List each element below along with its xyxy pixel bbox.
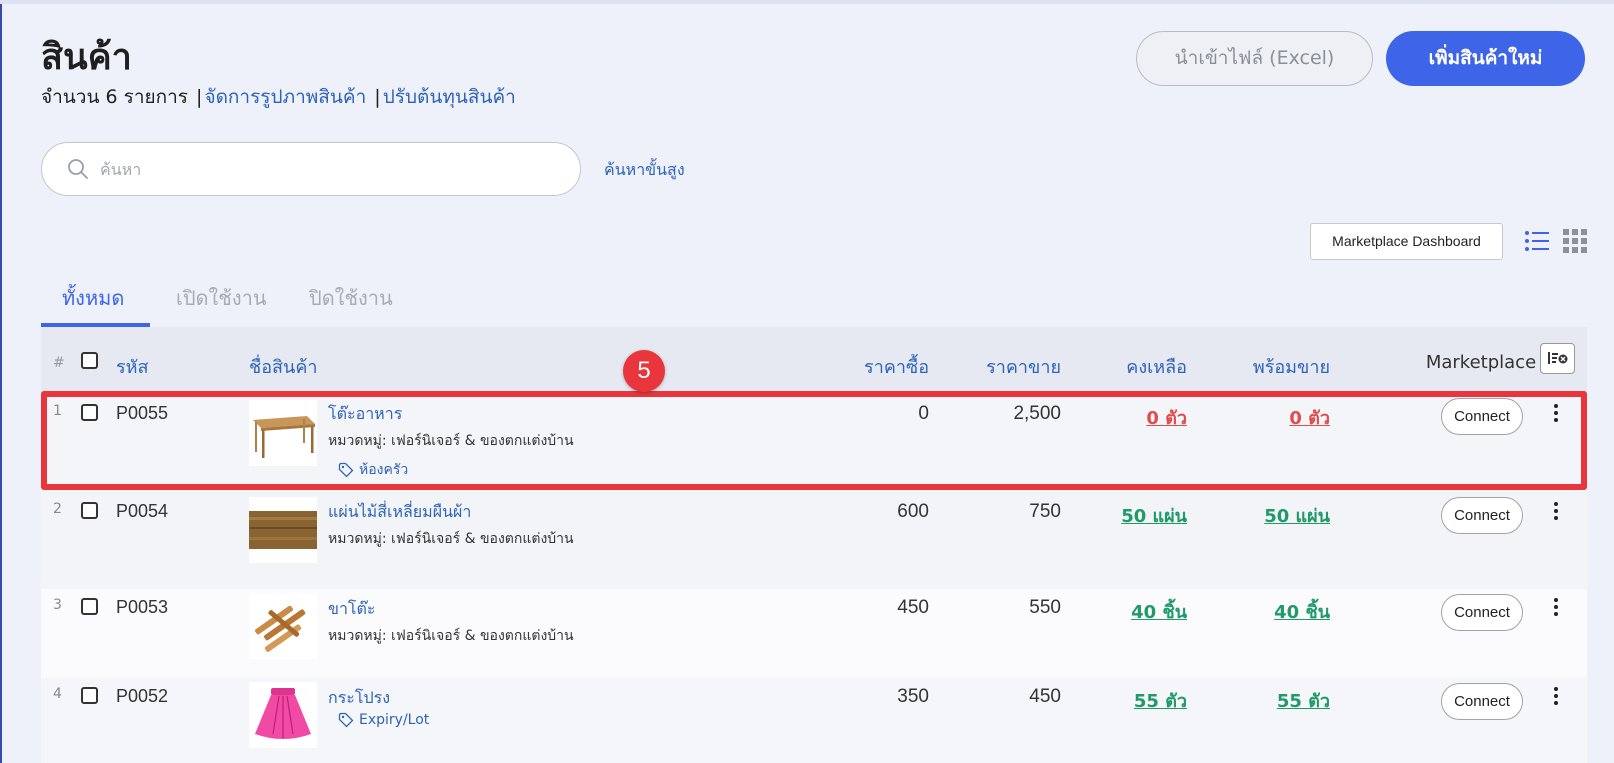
stock-ready[interactable]: 40 ชิ้น (1201, 597, 1330, 626)
product-count: จำนวน 6 รายการ (41, 86, 188, 108)
search-icon (68, 159, 88, 179)
product-category: หมวดหมู่: เฟอร์นิเจอร์ & ของตกแต่งบ้าน (328, 628, 574, 644)
column-remaining[interactable]: คงเหลือ (1081, 352, 1187, 381)
stock-remaining[interactable]: 40 ชิ้น (1061, 597, 1187, 626)
sell-price: 450 (1029, 686, 1061, 707)
tag-icon (338, 712, 354, 728)
more-options-icon[interactable] (1552, 686, 1560, 706)
advanced-search-link[interactable]: ค้นหาขั้นสูง (604, 158, 685, 183)
column-code[interactable]: รหัส (116, 352, 149, 381)
window-left-edge (0, 0, 2, 763)
separator: | (196, 86, 203, 108)
highlight-box (41, 391, 1587, 490)
product-name-link[interactable]: แผ่นไม้สี่เหลี่ยมผืนผ้า (328, 500, 471, 525)
tab-active[interactable]: เปิดใช้งาน (176, 282, 267, 314)
product-code: P0052 (116, 686, 169, 706)
column-ready[interactable]: พร้อมขาย (1201, 352, 1330, 381)
stock-ready[interactable]: 50 แผ่น (1201, 501, 1330, 530)
column-hash: # (53, 355, 65, 371)
row-checkbox[interactable] (81, 687, 98, 704)
row-checkbox[interactable] (81, 502, 98, 519)
separator: | (374, 86, 381, 108)
connect-button[interactable]: Connect (1441, 594, 1523, 631)
tab-inactive[interactable]: ปิดใช้งาน (309, 282, 393, 314)
grid-view-icon[interactable] (1563, 229, 1587, 253)
product-name-link[interactable]: กระโปรง (328, 686, 390, 711)
step-badge: 5 (623, 350, 665, 392)
buy-price: 450 (897, 597, 929, 618)
buy-price: 600 (897, 501, 929, 522)
sell-price: 750 (1029, 501, 1061, 522)
window-top-edge (0, 0, 1614, 4)
row-checkbox[interactable] (81, 598, 98, 615)
row-index: 4 (53, 686, 62, 702)
row-index: 3 (53, 597, 62, 613)
connect-button[interactable]: Connect (1441, 497, 1523, 534)
product-tag[interactable]: Expiry/Lot (338, 712, 429, 728)
connect-button[interactable]: Connect (1441, 683, 1523, 720)
product-code: P0053 (116, 597, 169, 617)
tab-all[interactable]: ทั้งหมด (62, 282, 124, 314)
buy-price: 350 (897, 686, 929, 707)
marketplace-dashboard-button[interactable]: Marketplace Dashboard (1310, 223, 1503, 260)
column-marketplace: Marketplace (1425, 352, 1537, 373)
stock-remaining[interactable]: 55 ตัว (1061, 686, 1187, 715)
stock-ready[interactable]: 55 ตัว (1201, 686, 1330, 715)
product-category: หมวดหมู่: เฟอร์นิเจอร์ & ของตกแต่งบ้าน (328, 531, 574, 547)
search-box[interactable] (41, 142, 581, 196)
adjust-cost-link[interactable]: ปรับต้นทุนสินค้า (383, 86, 516, 108)
table-row[interactable]: 3 P0053 ขาโต๊ะ หมวดหมู่: เฟอร์นิเจอร์ & … (41, 589, 1587, 678)
tag-label: Expiry/Lot (359, 712, 430, 728)
more-options-icon[interactable] (1552, 501, 1560, 521)
product-code: P0054 (116, 501, 169, 521)
product-summary: จำนวน 6 รายการ | จัดการรูปภาพสินค้า | ปรับ… (41, 82, 516, 112)
product-name-link[interactable]: ขาโต๊ะ (328, 597, 376, 622)
product-thumbnail[interactable] (249, 497, 317, 563)
product-thumbnail[interactable] (249, 682, 317, 748)
search-input[interactable] (100, 155, 560, 183)
add-product-button[interactable]: เพิ่มสินค้าใหม่ (1386, 31, 1585, 86)
manage-images-link[interactable]: จัดการรูปภาพสินค้า (204, 86, 366, 108)
page-title: สินค้า (41, 37, 132, 78)
row-index: 2 (53, 501, 62, 517)
sell-price: 550 (1029, 597, 1061, 618)
import-excel-button[interactable]: นำเข้าไฟล์ (Excel) (1136, 31, 1373, 86)
more-options-icon[interactable] (1552, 597, 1560, 617)
stock-remaining[interactable]: 50 แผ่น (1061, 501, 1187, 530)
column-settings-icon (1548, 352, 1568, 364)
column-sell-price[interactable]: ราคาขาย (941, 352, 1061, 381)
column-settings-button[interactable] (1540, 343, 1575, 374)
list-view-icon[interactable] (1524, 228, 1550, 254)
product-thumbnail[interactable] (249, 593, 317, 659)
select-all-checkbox[interactable] (81, 352, 98, 369)
column-buy-price[interactable]: ราคาซื้อ (821, 352, 929, 381)
table-header: # รหัส ชื่อสินค้า ราคาซื้อ ราคาขาย คงเหล… (41, 327, 1587, 393)
column-name[interactable]: ชื่อสินค้า (249, 352, 317, 381)
table-row[interactable]: 4 P0052 กระโปรง Expiry/Lot 350 450 55 ตั… (41, 678, 1587, 763)
table-row[interactable]: 2 P0054 แผ่นไม้สี่เหลี่ยมผืนผ้า หมวดหมู่… (41, 491, 1587, 589)
